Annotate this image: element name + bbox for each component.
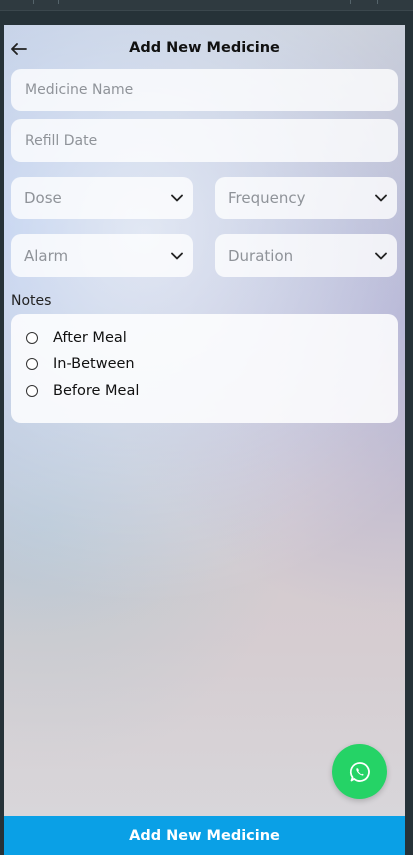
- duration-dropdown[interactable]: Duration: [215, 234, 397, 277]
- radio-circle[interactable]: [26, 358, 38, 370]
- duration-placeholder: Duration: [228, 246, 294, 265]
- radio-circle[interactable]: [26, 332, 38, 344]
- dose-dropdown[interactable]: Dose: [11, 177, 193, 219]
- radio-in-between[interactable]: In-Between: [26, 356, 135, 372]
- notes-label: Notes: [11, 293, 52, 309]
- refill-date-placeholder: Refill Date: [25, 132, 98, 149]
- chevron-down-icon: [375, 252, 387, 259]
- frequency-placeholder: Frequency: [228, 189, 306, 207]
- radio-label: In-Between: [53, 356, 135, 372]
- app-header: Add New Medicine: [4, 25, 405, 75]
- dose-placeholder: Dose: [24, 189, 62, 207]
- medicine-name-placeholder: Medicine Name: [25, 82, 134, 98]
- add-medicine-button[interactable]: Add New Medicine: [4, 816, 405, 855]
- alarm-dropdown[interactable]: Alarm: [11, 234, 193, 277]
- radio-label: After Meal: [53, 330, 127, 346]
- frequency-dropdown[interactable]: Frequency: [215, 177, 397, 219]
- radio-after-meal[interactable]: After Meal: [26, 330, 127, 346]
- app-screen: Add New Medicine Medicine Name Refill Da…: [4, 25, 405, 855]
- radio-before-meal[interactable]: Before Meal: [26, 383, 139, 399]
- whatsapp-icon: [349, 761, 370, 782]
- chevron-down-icon: [171, 252, 183, 259]
- chevron-down-icon: [375, 194, 387, 202]
- whatsapp-button[interactable]: [332, 744, 387, 799]
- radio-label: Before Meal: [53, 383, 140, 399]
- window-top-bar: [0, 0, 413, 11]
- chevron-down-icon: [171, 194, 183, 202]
- radio-circle[interactable]: [26, 385, 38, 397]
- alarm-placeholder: Alarm: [24, 246, 69, 265]
- medicine-name-field[interactable]: Medicine Name: [11, 69, 398, 111]
- notes-options-card: After Meal In-Between Before Meal: [11, 314, 398, 423]
- page-title: Add New Medicine: [129, 40, 280, 56]
- refill-date-field[interactable]: Refill Date: [11, 119, 398, 162]
